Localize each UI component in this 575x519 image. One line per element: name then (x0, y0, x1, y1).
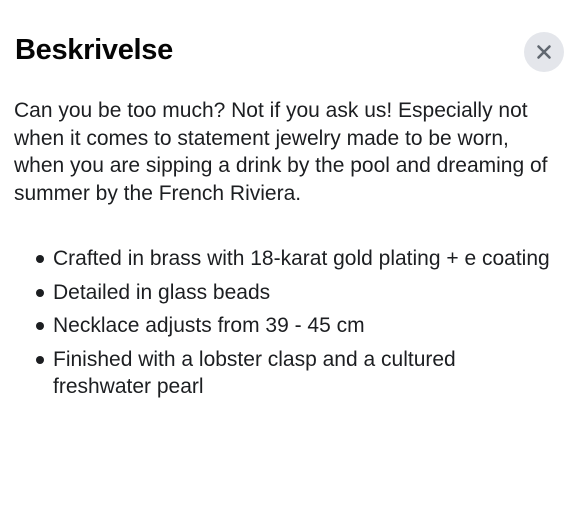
description-sheet: Beskrivelse Can you be too much? Not if … (0, 0, 575, 519)
list-item-text: Necklace adjusts from 39 - 45 cm (53, 314, 365, 337)
description-text: Can you be too much? Not if you ask us! … (14, 99, 548, 205)
bullet-icon (36, 255, 44, 263)
bullet-icon (36, 355, 44, 364)
list-item: Detailed in glass beads (36, 279, 556, 307)
sheet-title: Beskrivelse (15, 34, 173, 66)
close-button[interactable] (524, 32, 564, 72)
close-icon (537, 45, 551, 59)
list-item-text: Detailed in glass beads (53, 280, 271, 304)
list-item: Necklace adjusts from 39 - 45 cm (36, 312, 556, 340)
feature-list: Crafted in brass with 18-karat gold plat… (36, 245, 556, 407)
list-item-text: Crafted in brass with 18-karat gold plat… (53, 247, 550, 270)
bullet-icon (36, 322, 44, 330)
list-item-text: Finished with a lobster clasp and a cult… (53, 347, 456, 399)
list-item: Crafted in brass with 18-karat gold plat… (36, 245, 556, 273)
bullet-icon (36, 288, 44, 297)
list-item: Finished with a lobster clasp and a cult… (36, 346, 556, 401)
